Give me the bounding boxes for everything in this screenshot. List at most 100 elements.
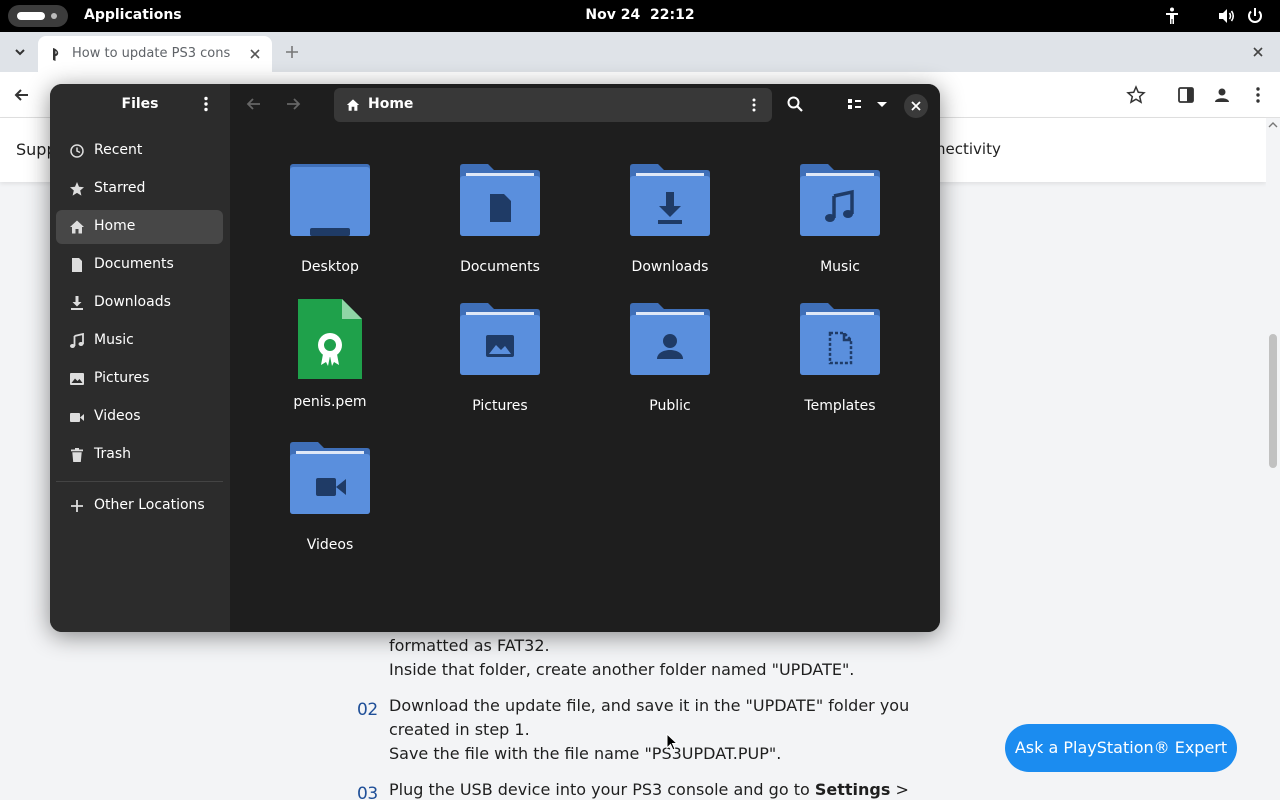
back-arrow-icon[interactable] — [245, 95, 263, 113]
file-name: Pictures — [472, 398, 528, 414]
chevron-down-icon[interactable] — [874, 95, 890, 113]
sidebar-item-pictures[interactable]: Pictures — [56, 362, 223, 396]
main-menu-icon[interactable] — [197, 95, 215, 113]
documents-folder-icon — [460, 164, 540, 236]
browser-tab[interactable]: How to update PS3 cons — [38, 36, 272, 72]
activities-button[interactable] — [8, 5, 68, 27]
file-name: penis.pem — [293, 394, 367, 410]
page-scrollbar[interactable] — [1266, 118, 1280, 800]
files-main-view: Home Desktop Documents Downloads Music p… — [230, 84, 940, 632]
tab-title: How to update PS3 cons — [72, 46, 231, 61]
close-button[interactable] — [904, 94, 928, 118]
clock-time[interactable]: 22:12 — [650, 7, 695, 23]
sidebar-item-home[interactable]: Home — [56, 210, 223, 244]
scroll-thumb[interactable] — [1269, 334, 1277, 468]
certificate-file-icon — [298, 299, 362, 379]
sidebar-item-recent[interactable]: Recent — [56, 134, 223, 168]
sidebar-divider — [56, 481, 223, 482]
more-icon[interactable] — [1248, 85, 1268, 105]
step-text-part: Plug the USB device into your PS3 consol… — [389, 780, 815, 799]
plus-icon — [71, 500, 83, 512]
sidebar-item-videos[interactable]: Videos — [56, 400, 223, 434]
document-icon — [72, 258, 82, 272]
clock-date[interactable]: Nov 24 — [585, 7, 640, 23]
clock-icon — [70, 144, 84, 158]
playstation-favicon-icon — [53, 48, 59, 61]
path-menu-icon[interactable] — [747, 97, 761, 113]
file-name: Desktop — [301, 259, 359, 275]
download-icon — [71, 296, 83, 310]
file-item-pictures[interactable]: Pictures — [435, 303, 565, 433]
window-close-icon[interactable] — [1248, 42, 1268, 62]
public-folder-icon — [630, 303, 710, 375]
search-icon[interactable] — [786, 95, 804, 113]
sidebar-item-label: Recent — [94, 142, 143, 158]
pictures-folder-icon — [460, 303, 540, 375]
picture-icon — [70, 373, 84, 385]
sidebar-item-documents[interactable]: Documents — [56, 248, 223, 282]
clock: Nov 24 22:12 — [0, 7, 1280, 23]
file-name: Videos — [306, 537, 354, 553]
chevron-down-icon[interactable] — [10, 42, 30, 62]
path-bar[interactable]: Home — [334, 88, 772, 122]
file-item-documents[interactable]: Documents — [435, 164, 565, 294]
sidebar-item-label: Other Locations — [94, 497, 205, 513]
sidebar-item-label: Starred — [94, 180, 146, 196]
workspace-indicator — [51, 13, 57, 19]
tab-close-icon[interactable] — [246, 45, 264, 63]
sidebar-item-label: Home — [94, 218, 136, 234]
file-item-public[interactable]: Public — [605, 303, 735, 433]
applications-menu[interactable]: Applications — [84, 7, 182, 23]
file-item-templates[interactable]: Templates — [775, 303, 905, 433]
file-name: Downloads — [631, 259, 709, 275]
profile-icon[interactable] — [1212, 85, 1232, 105]
sidebar-item-label: Pictures — [94, 370, 150, 386]
step-text: Save the file with the file name "PS3UPD… — [389, 744, 782, 763]
step-text-part: > — [890, 780, 909, 799]
new-tab-icon[interactable] — [282, 42, 302, 62]
video-icon — [70, 413, 84, 422]
ask-expert-button[interactable]: Ask a PlayStation® Expert — [1005, 724, 1237, 772]
sidebar-item-label: Videos — [94, 408, 141, 424]
top-bar: Applications Nov 24 22:12 — [0, 0, 1280, 32]
step-number: 03 — [357, 784, 378, 800]
sidebar-item-trash[interactable]: Trash — [56, 438, 223, 472]
star-icon[interactable] — [1126, 85, 1146, 105]
file-item-music[interactable]: Music — [775, 164, 905, 294]
sidebar-item-music[interactable]: Music — [56, 324, 223, 358]
step-text: formatted as FAT32. — [389, 636, 550, 655]
file-item-videos[interactable]: Videos — [265, 442, 395, 572]
path-segment-home[interactable]: Home — [368, 96, 413, 112]
scroll-up-icon[interactable] — [1268, 121, 1278, 129]
volume-icon[interactable] — [1216, 6, 1236, 26]
sidebar-item-other-locations[interactable]: Other Locations — [56, 489, 223, 523]
workspace-indicator-active — [17, 12, 45, 20]
forward-arrow-icon[interactable] — [284, 95, 302, 113]
accessibility-icon[interactable] — [1162, 6, 1182, 26]
step-text: Inside that folder, create another folde… — [389, 660, 855, 679]
back-arrow-icon[interactable] — [12, 85, 32, 105]
step-number: 02 — [357, 700, 378, 720]
file-item-downloads[interactable]: Downloads — [605, 164, 735, 294]
sidebar-item-label: Downloads — [94, 294, 171, 310]
file-name: Documents — [460, 259, 540, 275]
trash-icon — [71, 448, 83, 462]
close-icon — [911, 101, 921, 111]
power-icon[interactable] — [1245, 6, 1265, 26]
file-item-desktop[interactable]: Desktop — [265, 164, 395, 294]
star-icon — [70, 182, 84, 196]
sidebar-icon[interactable] — [1176, 85, 1196, 105]
sidebar-item-starred[interactable]: Starred — [56, 172, 223, 206]
sidebar-item-label: Trash — [94, 446, 131, 462]
files-sidebar: Files Recent Starred Home Documents Down… — [50, 84, 230, 632]
grid-view-icon[interactable] — [846, 95, 862, 113]
sidebar-item-label: Documents — [94, 256, 174, 272]
step-text: created in step 1. — [389, 720, 530, 739]
file-name: Templates — [804, 398, 876, 414]
settings-emphasis: Settings — [814, 780, 891, 799]
music-icon — [70, 333, 84, 348]
sidebar-item-downloads[interactable]: Downloads — [56, 286, 223, 320]
file-item-penis-pem[interactable]: penis.pem — [265, 299, 395, 429]
file-name: Public — [649, 398, 691, 414]
downloads-folder-icon — [630, 164, 710, 236]
